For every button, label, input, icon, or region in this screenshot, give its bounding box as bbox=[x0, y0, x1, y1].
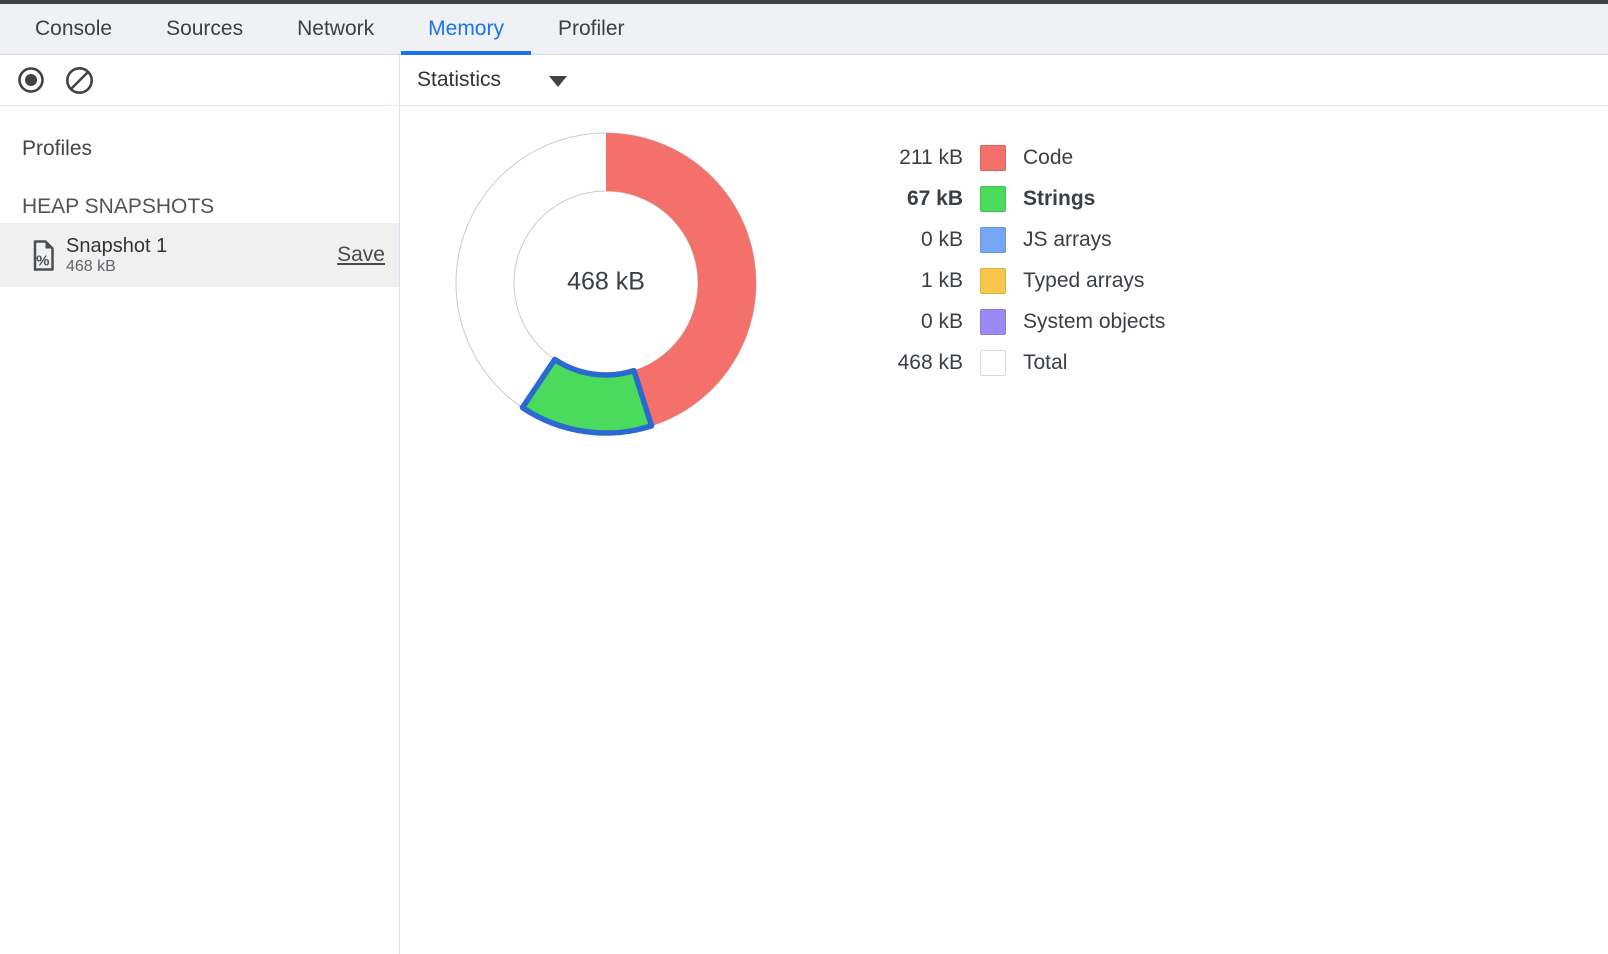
donut-chart-svg bbox=[450, 127, 762, 439]
dropdown-arrow-icon bbox=[549, 76, 567, 87]
legend-value: 67 kB bbox=[883, 187, 963, 211]
legend-label: Typed arrays bbox=[1023, 269, 1144, 293]
legend-row-typed-arrays: 1 kB Typed arrays bbox=[883, 260, 1165, 301]
snapshot-item-snapshot-1[interactable]: % Snapshot 1468 kB Save bbox=[0, 223, 399, 287]
donut-ring-outline bbox=[514, 191, 698, 375]
legend-value: 0 kB bbox=[883, 228, 963, 252]
legend-row-strings: 67 kB Strings bbox=[883, 178, 1165, 219]
perspective-dropdown-value: Statistics bbox=[417, 68, 501, 92]
clear-icon bbox=[64, 65, 95, 96]
view-toolbar: Statistics bbox=[400, 55, 1608, 105]
profiler-controls bbox=[0, 55, 400, 105]
legend-value: 468 kB bbox=[883, 351, 963, 375]
snapshot-file-icon: % bbox=[30, 239, 56, 272]
tab-memory[interactable]: Memory bbox=[401, 4, 531, 54]
snapshot-save-link[interactable]: Save bbox=[337, 243, 385, 267]
profiles-sidebar: Profiles HEAP SNAPSHOTS % Snapshot 1468 k… bbox=[0, 106, 400, 954]
legend-row-code: 211 kB Code bbox=[883, 137, 1165, 178]
snapshot-list: % Snapshot 1468 kB Save bbox=[0, 223, 399, 287]
tab-profiler[interactable]: Profiler bbox=[531, 4, 652, 54]
snapshot-size: 468 kB bbox=[66, 258, 167, 276]
legend-row-js-arrays: 0 kB JS arrays bbox=[883, 219, 1165, 260]
statistics-view: 468 kB 211 kB Code 67 kB Strings 0 kB JS arra… bbox=[400, 106, 1608, 954]
svg-text:%: % bbox=[36, 252, 49, 269]
snapshot-name: Snapshot 1 bbox=[66, 235, 167, 258]
memory-toolbar: Statistics bbox=[0, 55, 1608, 106]
profiles-title: Profiles bbox=[22, 136, 399, 162]
legend-row-total: 468 kB Total bbox=[883, 342, 1165, 383]
panel-content: Profiles HEAP SNAPSHOTS %Snapshot 1468 k… bbox=[0, 106, 1608, 954]
chart-legend: 211 kB Code 67 kB Strings 0 kB JS arrays 1 kB T… bbox=[883, 137, 1165, 383]
legend-swatch-strings bbox=[980, 186, 1006, 212]
legend-label: System objects bbox=[1023, 310, 1165, 334]
legend-swatch-typed-arrays bbox=[980, 268, 1006, 294]
legend-value: 211 kB bbox=[883, 146, 963, 170]
legend-label: Strings bbox=[1023, 187, 1095, 211]
record-icon bbox=[16, 65, 46, 95]
tab-bar: ConsoleSourcesNetworkMemoryProfiler bbox=[0, 4, 1608, 55]
tab-sources[interactable]: Sources bbox=[139, 4, 270, 54]
tab-console[interactable]: Console bbox=[8, 4, 139, 54]
legend-swatch-code bbox=[980, 145, 1006, 171]
legend-swatch-js-arrays bbox=[980, 227, 1006, 253]
legend-label: JS arrays bbox=[1023, 228, 1112, 252]
legend-swatch-total bbox=[980, 350, 1006, 376]
snapshot-info: Snapshot 1468 kB bbox=[66, 235, 167, 276]
tab-network[interactable]: Network bbox=[270, 4, 401, 54]
legend-label: Total bbox=[1023, 351, 1067, 375]
legend-swatch-system-objects bbox=[980, 309, 1006, 335]
heap-donut-chart: 468 kB bbox=[450, 127, 762, 439]
devtools-panel: ConsoleSourcesNetworkMemoryProfiler Stat… bbox=[0, 0, 1608, 954]
legend-label: Code bbox=[1023, 146, 1073, 170]
clear-profiles-button[interactable] bbox=[64, 65, 95, 96]
legend-value: 0 kB bbox=[883, 310, 963, 334]
donut-slice-strings[interactable] bbox=[522, 359, 651, 433]
perspective-dropdown[interactable]: Statistics bbox=[417, 68, 567, 92]
take-heap-snapshot-button[interactable] bbox=[16, 65, 46, 95]
legend-value: 1 kB bbox=[883, 269, 963, 293]
legend-row-system-objects: 0 kB System objects bbox=[883, 301, 1165, 342]
heap-snapshots-section-title: HEAP SNAPSHOTS bbox=[22, 194, 399, 220]
